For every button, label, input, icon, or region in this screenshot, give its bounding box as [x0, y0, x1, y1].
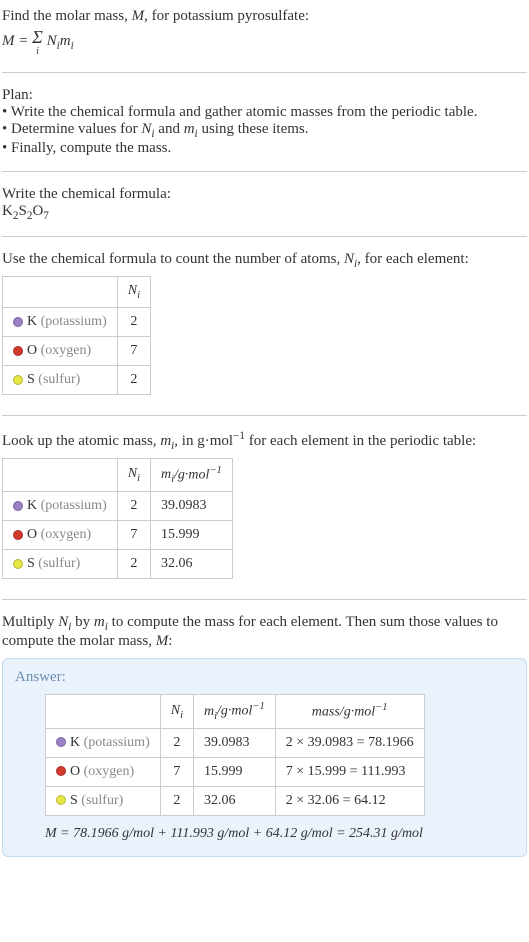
multiply-section: Multiply Ni by mi to compute the mass fo…: [2, 610, 527, 654]
table-row: S (sulfur) 2 32.06: [3, 550, 233, 579]
element-dot-icon: [13, 346, 23, 356]
element-cell: S (sulfur): [46, 786, 161, 815]
chemformula-value: K2S2O7: [2, 203, 527, 222]
count-section: Use the chemical formula to count the nu…: [2, 247, 527, 405]
divider: [2, 72, 527, 73]
divider: [2, 171, 527, 172]
element-cell: K (potassium): [3, 492, 118, 521]
element-cell: K (potassium): [46, 728, 161, 757]
plan-item-2: • Determine values for Ni and mi using t…: [2, 121, 527, 140]
mi-cell: 32.06: [151, 550, 233, 579]
ni-header: Ni: [117, 458, 150, 491]
empty-header: [3, 458, 118, 491]
mass-title: Look up the atomic mass, mi, in g·mol−1 …: [2, 430, 527, 452]
intro-var: M: [132, 8, 145, 24]
molar-mass-formula: M = Σi Nimi: [2, 27, 527, 56]
plan-item-1: • Write the chemical formula and gather …: [2, 104, 527, 121]
multiply-text: Multiply Ni by mi to compute the mass fo…: [2, 614, 527, 650]
chemical-formula-section: Write the chemical formula: K2S2O7: [2, 182, 527, 226]
mi-header: mi/g·mol−1: [151, 458, 233, 491]
table-row: S (sulfur) 2: [3, 365, 151, 394]
element-cell: S (sulfur): [3, 550, 118, 579]
empty-header: [3, 277, 118, 308]
element-dot-icon: [13, 559, 23, 569]
ni-cell: 7: [160, 757, 193, 786]
table-header-row: Ni mi/g·mol−1: [3, 458, 233, 491]
chemformula-title: Write the chemical formula:: [2, 186, 527, 203]
table-row: K (potassium) 2 39.0983 2 × 39.0983 = 78…: [46, 728, 425, 757]
table-row: O (oxygen) 7 15.999 7 × 15.999 = 111.993: [46, 757, 425, 786]
mass-section: Look up the atomic mass, mi, in g·mol−1 …: [2, 426, 527, 589]
table-row: K (potassium) 2 39.0983: [3, 492, 233, 521]
intro-pre: Find the molar mass,: [2, 8, 132, 24]
element-dot-icon: [56, 737, 66, 747]
element-dot-icon: [56, 795, 66, 805]
table-header-row: Ni mi/g·mol−1 mass/g·mol−1: [46, 695, 425, 728]
plan-title: Plan:: [2, 87, 527, 104]
calc-cell: 2 × 32.06 = 64.12: [275, 786, 424, 815]
element-cell: S (sulfur): [3, 365, 118, 394]
plan-section: Plan: • Write the chemical formula and g…: [2, 83, 527, 161]
intro-line: Find the molar mass, M, for potassium py…: [2, 8, 527, 25]
ni-cell: 2: [117, 307, 150, 336]
element-cell: O (oxygen): [46, 757, 161, 786]
mi-cell: 39.0983: [194, 728, 276, 757]
element-dot-icon: [13, 375, 23, 385]
table-row: O (oxygen) 7 15.999: [3, 521, 233, 550]
ni-cell: 2: [117, 492, 150, 521]
ni-cell: 7: [117, 336, 150, 365]
mi-cell: 32.06: [194, 786, 276, 815]
empty-header: [46, 695, 161, 728]
plan-item-3: • Finally, compute the mass.: [2, 140, 527, 157]
mass-header: mass/g·mol−1: [275, 695, 424, 728]
count-table: Ni K (potassium) 2 O (oxygen) 7 S (sulfu…: [2, 276, 151, 395]
calc-cell: 7 × 15.999 = 111.993: [275, 757, 424, 786]
ni-cell: 2: [117, 365, 150, 394]
count-title: Use the chemical formula to count the nu…: [2, 251, 527, 270]
mass-table: Ni mi/g·mol−1 K (potassium) 2 39.0983 O …: [2, 458, 233, 579]
answer-title: Answer:: [15, 669, 514, 686]
ni-header: Ni: [117, 277, 150, 308]
mi-cell: 39.0983: [151, 492, 233, 521]
table-header-row: Ni: [3, 277, 151, 308]
element-cell: O (oxygen): [3, 336, 118, 365]
element-dot-icon: [13, 530, 23, 540]
table-row: K (potassium) 2: [3, 307, 151, 336]
table-row: S (sulfur) 2 32.06 2 × 32.06 = 64.12: [46, 786, 425, 815]
ni-cell: 7: [117, 521, 150, 550]
element-cell: K (potassium): [3, 307, 118, 336]
divider: [2, 599, 527, 600]
ni-cell: 2: [117, 550, 150, 579]
calc-cell: 2 × 39.0983 = 78.1966: [275, 728, 424, 757]
ni-cell: 2: [160, 728, 193, 757]
answer-box: Answer: Ni mi/g·mol−1 mass/g·mol−1 K (po…: [2, 658, 527, 856]
divider: [2, 415, 527, 416]
intro-section: Find the molar mass, M, for potassium py…: [2, 4, 527, 62]
mi-cell: 15.999: [151, 521, 233, 550]
answer-table: Ni mi/g·mol−1 mass/g·mol−1 K (potassium)…: [45, 694, 425, 815]
intro-post: , for potassium pyrosulfate:: [144, 8, 309, 24]
ni-cell: 2: [160, 786, 193, 815]
answer-equation: M = 78.1966 g/mol + 111.993 g/mol + 64.1…: [45, 826, 514, 842]
element-dot-icon: [56, 766, 66, 776]
element-dot-icon: [13, 501, 23, 511]
divider: [2, 236, 527, 237]
table-row: O (oxygen) 7: [3, 336, 151, 365]
ni-header: Ni: [160, 695, 193, 728]
element-cell: O (oxygen): [3, 521, 118, 550]
mi-header: mi/g·mol−1: [194, 695, 276, 728]
element-dot-icon: [13, 317, 23, 327]
mi-cell: 15.999: [194, 757, 276, 786]
